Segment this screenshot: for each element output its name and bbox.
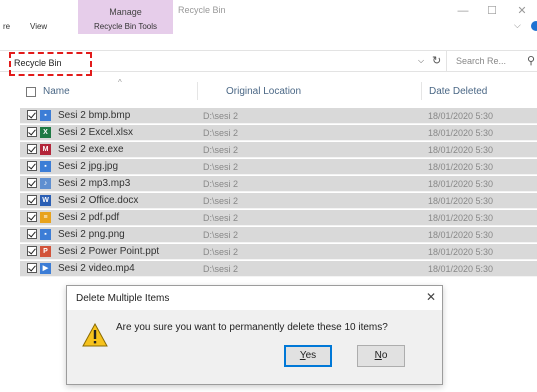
row-checkbox[interactable] bbox=[27, 110, 37, 120]
address-history-dropdown-icon[interactable]: ⌵ bbox=[418, 56, 424, 66]
column-divider[interactable] bbox=[421, 82, 422, 100]
maximize-button[interactable]: ☐ bbox=[480, 3, 504, 19]
search-placeholder: Search Re... bbox=[456, 56, 507, 66]
no-accelerator: N bbox=[374, 350, 382, 361]
original-location: D:\sesi 2 bbox=[203, 213, 239, 223]
title-bar: Manage Recycle Bin Tools Recycle Bin — ☐… bbox=[0, 0, 537, 34]
row-checkbox[interactable] bbox=[27, 229, 37, 239]
original-location: D:\sesi 2 bbox=[203, 196, 239, 206]
video-file-icon: ▶ bbox=[40, 263, 51, 274]
original-location: D:\sesi 2 bbox=[203, 162, 239, 172]
no-button[interactable]: No bbox=[357, 345, 405, 367]
search-input[interactable]: Search Re... ⚲ bbox=[446, 51, 537, 72]
file-name: Sesi 2 bmp.bmp bbox=[58, 110, 131, 121]
manage-context-tab[interactable]: Manage Recycle Bin Tools bbox=[78, 0, 173, 34]
no-label: o bbox=[381, 350, 388, 361]
date-deleted: 18/01/2020 5:30 bbox=[428, 128, 494, 138]
refresh-icon[interactable]: ↻ bbox=[432, 54, 441, 67]
dialog-close-icon[interactable]: ✕ bbox=[426, 290, 436, 304]
column-header-original-location[interactable]: Original Location bbox=[226, 86, 301, 97]
file-name: Sesi 2 Excel.xlsx bbox=[58, 127, 134, 138]
image-file-icon: ▪ bbox=[40, 161, 51, 172]
file-name: Sesi 2 Power Point.ppt bbox=[58, 246, 160, 257]
date-deleted: 18/01/2020 5:30 bbox=[428, 145, 494, 155]
recycle-bin-tools-tab[interactable]: Recycle Bin Tools bbox=[78, 22, 173, 31]
date-deleted: 18/01/2020 5:30 bbox=[428, 213, 494, 223]
file-name: Sesi 2 png.png bbox=[58, 229, 125, 240]
original-location: D:\sesi 2 bbox=[203, 247, 239, 257]
dialog-body: Are you sure you want to permanently del… bbox=[67, 310, 442, 384]
table-row[interactable]: ▪ Sesi 2 png.png D:\sesi 2 18/01/2020 5:30 bbox=[20, 227, 537, 243]
date-deleted: 18/01/2020 5:30 bbox=[428, 264, 494, 274]
row-checkbox[interactable] bbox=[27, 144, 37, 154]
file-name: Sesi 2 jpg.jpg bbox=[58, 161, 119, 172]
date-deleted: 18/01/2020 5:30 bbox=[428, 247, 494, 257]
dialog-message: Are you sure you want to permanently del… bbox=[116, 322, 388, 333]
dialog-title: Delete Multiple Items bbox=[76, 293, 170, 304]
date-deleted: 18/01/2020 5:30 bbox=[428, 111, 494, 121]
audio-file-icon: ♪ bbox=[40, 178, 51, 189]
row-checkbox[interactable] bbox=[27, 161, 37, 171]
table-row[interactable]: W Sesi 2 Office.docx D:\sesi 2 18/01/2020 5… bbox=[20, 193, 537, 209]
table-row[interactable]: ≡ Sesi 2 pdf.pdf D:\sesi 2 18/01/2020 5:30 bbox=[20, 210, 537, 226]
original-location: D:\sesi 2 bbox=[203, 264, 239, 274]
row-checkbox[interactable] bbox=[27, 212, 37, 222]
original-location: D:\sesi 2 bbox=[203, 128, 239, 138]
table-row[interactable]: P Sesi 2 Power Point.ppt D:\sesi 2 18/01/20… bbox=[20, 244, 537, 260]
image-file-icon: ▪ bbox=[40, 110, 51, 121]
manage-tab-label: Manage bbox=[109, 7, 142, 17]
ribbon-expand-chevron-icon[interactable]: ⌵ bbox=[514, 20, 521, 31]
table-row[interactable]: M Sesi 2 exe.exe D:\sesi 2 18/01/2020 5:30 bbox=[20, 142, 537, 158]
date-deleted: 18/01/2020 5:30 bbox=[428, 162, 494, 172]
file-name: Sesi 2 video.mp4 bbox=[58, 263, 135, 274]
tab-view[interactable]: View bbox=[30, 22, 47, 31]
address-bar: Recycle Bin ⌵ ↻ Search Re... ⚲ bbox=[0, 50, 537, 76]
exe-file-icon: M bbox=[40, 144, 51, 155]
word-file-icon: W bbox=[40, 195, 51, 206]
table-row[interactable]: X Sesi 2 Excel.xlsx D:\sesi 2 18/01/2020 5:… bbox=[20, 125, 537, 141]
file-name: Sesi 2 exe.exe bbox=[58, 144, 124, 155]
date-deleted: 18/01/2020 5:30 bbox=[428, 179, 494, 189]
search-icon: ⚲ bbox=[527, 55, 536, 67]
address-path: Recycle Bin bbox=[14, 58, 62, 68]
original-location: D:\sesi 2 bbox=[203, 145, 239, 155]
window-title: Recycle Bin bbox=[178, 5, 226, 15]
original-location: D:\sesi 2 bbox=[203, 111, 239, 121]
warning-icon bbox=[82, 323, 108, 347]
excel-file-icon: X bbox=[40, 127, 51, 138]
yes-button[interactable]: Yes bbox=[284, 345, 332, 367]
date-deleted: 18/01/2020 5:30 bbox=[428, 196, 494, 206]
table-row[interactable]: ♪ Sesi 2 mp3.mp3 D:\sesi 2 18/01/2020 5:30 bbox=[20, 176, 537, 192]
file-name: Sesi 2 pdf.pdf bbox=[58, 212, 120, 223]
row-checkbox[interactable] bbox=[27, 195, 37, 205]
table-row[interactable]: ▪ Sesi 2 bmp.bmp D:\sesi 2 18/01/2020 5:30 bbox=[20, 108, 537, 124]
help-icon[interactable] bbox=[531, 21, 537, 31]
row-checkbox[interactable] bbox=[27, 178, 37, 188]
tab-share[interactable]: re bbox=[3, 22, 10, 31]
row-checkbox[interactable] bbox=[27, 263, 37, 273]
pdf-file-icon: ≡ bbox=[40, 212, 51, 223]
column-header-date-deleted[interactable]: Date Deleted bbox=[429, 86, 487, 97]
image-file-icon: ▪ bbox=[40, 229, 51, 240]
date-deleted: 18/01/2020 5:30 bbox=[428, 230, 494, 240]
powerpoint-file-icon: P bbox=[40, 246, 51, 257]
row-checkbox[interactable] bbox=[27, 246, 37, 256]
delete-confirm-dialog: Delete Multiple Items ✕ Are you sure you… bbox=[66, 285, 443, 385]
yes-label: es bbox=[305, 350, 317, 361]
original-location: D:\sesi 2 bbox=[203, 179, 239, 189]
sort-caret-icon: ^ bbox=[118, 78, 122, 87]
row-checkbox[interactable] bbox=[27, 127, 37, 137]
address-path-highlight[interactable]: Recycle Bin bbox=[9, 52, 92, 76]
close-button[interactable]: ✕ bbox=[510, 3, 534, 19]
select-all-checkbox[interactable] bbox=[26, 87, 36, 97]
table-row[interactable]: ▶ Sesi 2 video.mp4 D:\sesi 2 18/01/2020 5:3… bbox=[20, 261, 537, 277]
file-name: Sesi 2 mp3.mp3 bbox=[58, 178, 131, 189]
column-header-name[interactable]: Name bbox=[43, 86, 70, 97]
minimize-button[interactable]: — bbox=[451, 3, 475, 19]
column-divider[interactable] bbox=[197, 82, 198, 100]
file-name: Sesi 2 Office.docx bbox=[58, 195, 139, 206]
table-row[interactable]: ▪ Sesi 2 jpg.jpg D:\sesi 2 18/01/2020 5:30 bbox=[20, 159, 537, 175]
original-location: D:\sesi 2 bbox=[203, 230, 239, 240]
